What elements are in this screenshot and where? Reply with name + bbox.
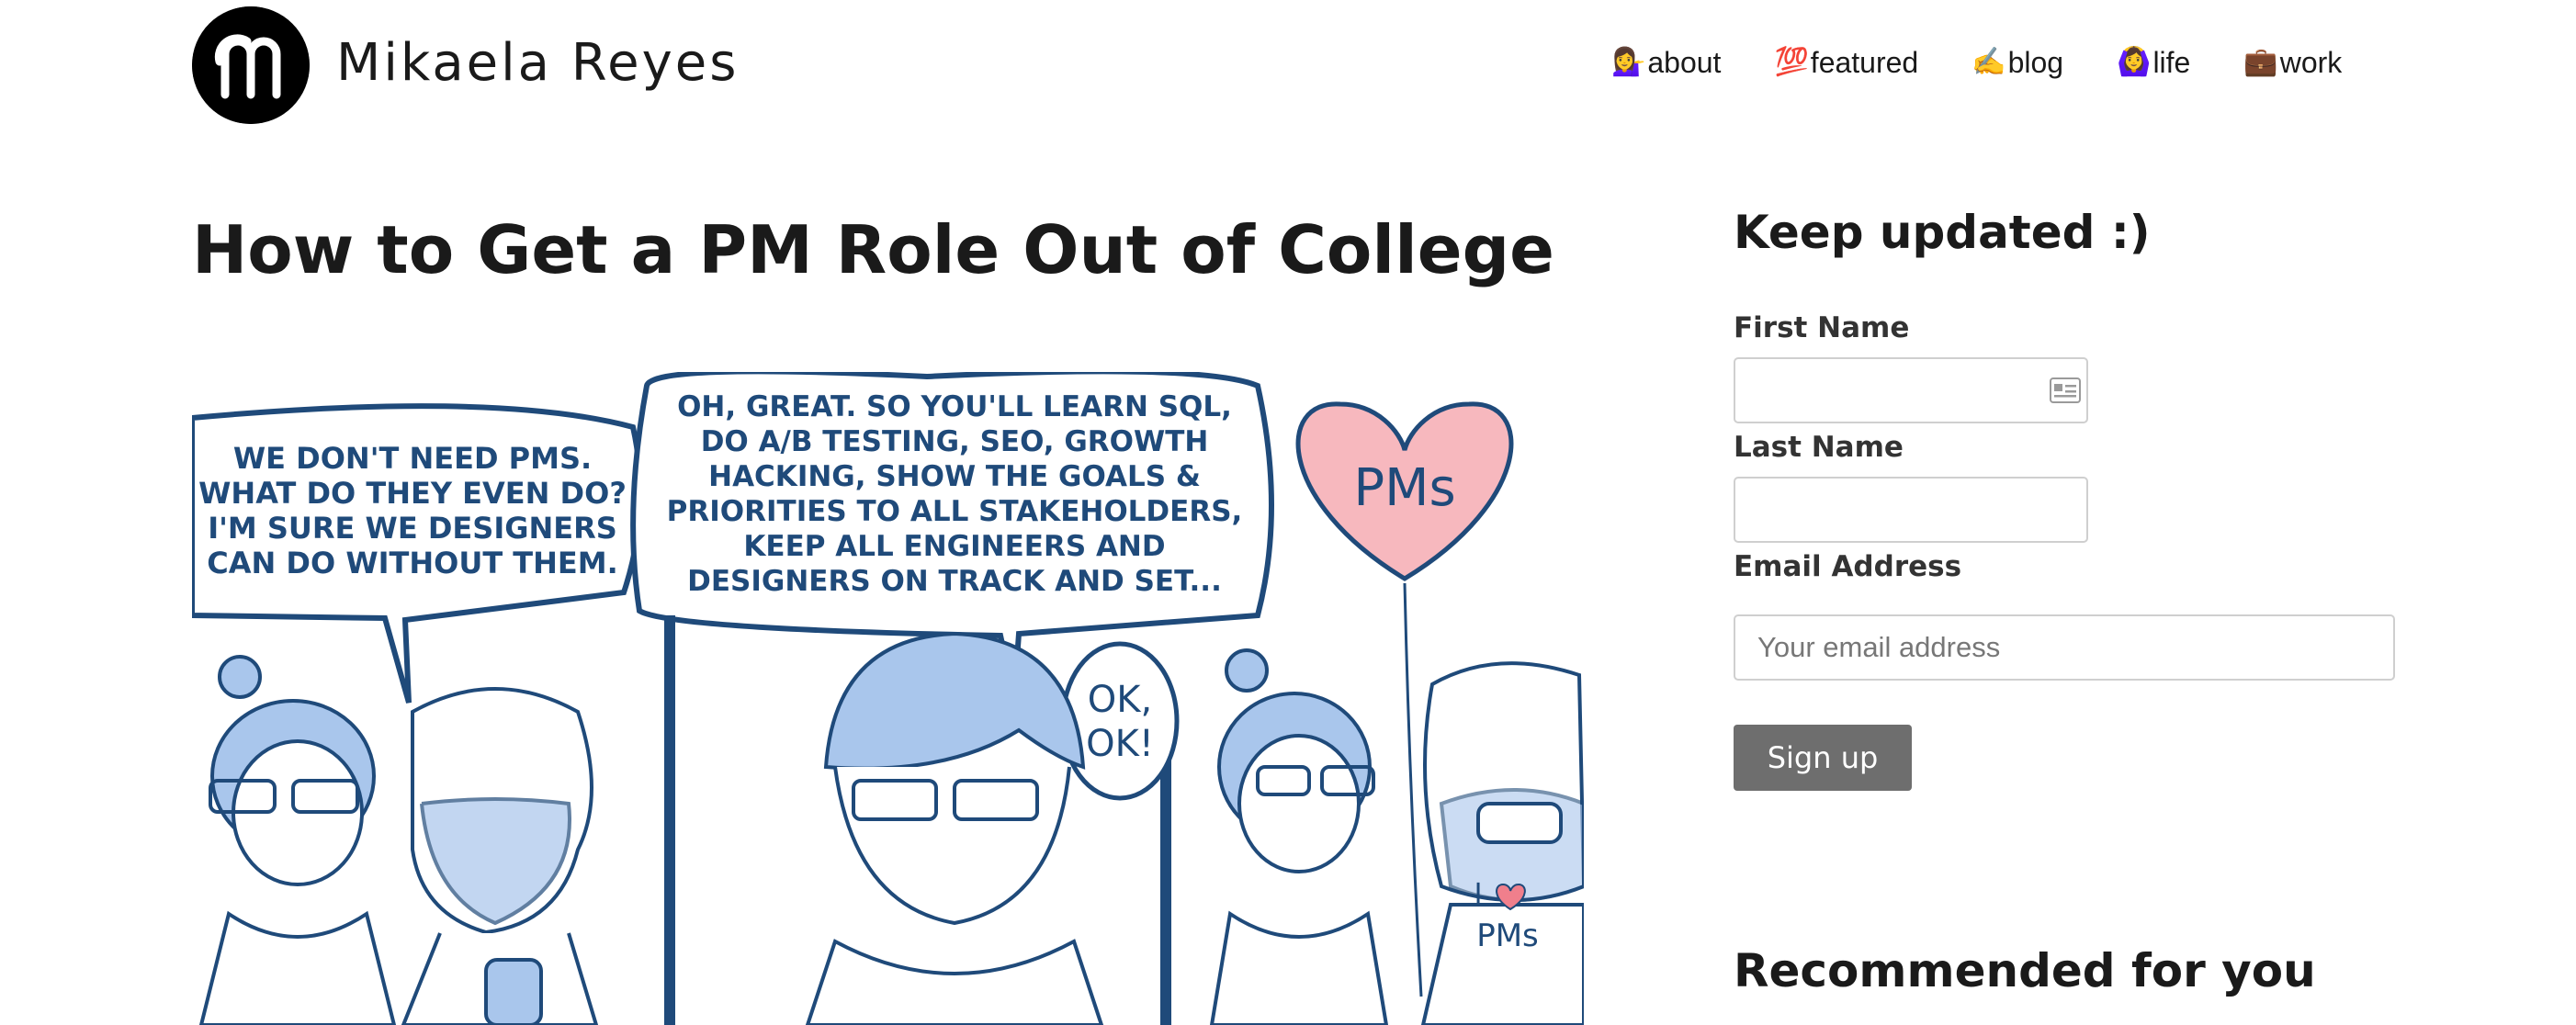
nav-blog-label: blog	[2007, 46, 2064, 79]
first-name-input[interactable]	[1734, 357, 2088, 423]
woman-tipping-hand-icon: 💁‍♀️	[1611, 47, 1646, 77]
bubble-left-line: WE DON'T NEED PMS.	[233, 441, 592, 476]
article-hero-comic: WE DON'T NEED PMS. WHAT DO THEY EVEN DO?…	[192, 372, 1584, 1025]
site-logo[interactable]	[192, 6, 310, 124]
bubble-left-line: WHAT DO THEY EVEN DO?	[198, 476, 627, 511]
nav-featured[interactable]: 💯 featured	[1774, 39, 1918, 86]
bubble-left-line: I'M SURE WE DESIGNERS	[208, 511, 617, 546]
writing-hand-icon: ✍️	[1972, 47, 2006, 77]
sign-up-button[interactable]: Sign up	[1734, 725, 1912, 791]
contact-card-icon[interactable]	[2050, 377, 2081, 403]
balloon-label: PMs	[1353, 458, 1455, 518]
bubble-center-line: OH, GREAT. SO YOU'LL LEARN SQL,	[677, 390, 1232, 423]
nav-blog[interactable]: ✍️ blog	[1972, 39, 2063, 86]
comic-character-designer-right	[1209, 648, 1389, 1025]
shirt-text-line: I	[1474, 878, 1483, 910]
nav-about-label: about	[1647, 46, 1722, 79]
last-name-label: Last Name	[1734, 431, 1904, 464]
nav-life[interactable]: 🙆‍♀️ life	[2117, 39, 2190, 86]
comic-character-designer-left	[198, 655, 397, 1025]
recommended-title: Recommended for you	[1734, 944, 2316, 997]
bubble-left-line: CAN DO WITHOUT THEM.	[207, 546, 618, 580]
woman-gesturing-ok-icon: 🙆‍♀️	[2117, 47, 2152, 77]
main-nav: 💁‍♀️ about 💯 featured ✍️ blog 🙆‍♀️ life …	[1611, 39, 2342, 86]
last-name-input[interactable]	[1734, 477, 2088, 543]
nav-work-label: work	[2279, 46, 2343, 79]
shirt-text-line: PMs	[1476, 918, 1539, 954]
briefcase-icon: 💼	[2243, 47, 2278, 77]
nav-about[interactable]: 💁‍♀️ about	[1611, 39, 1721, 86]
nav-life-label: life	[2152, 46, 2191, 79]
bubble-center-line: HACKING, SHOW THE GOALS &	[708, 460, 1201, 493]
bubble-center-line: DESIGNERS ON TRACK AND SET...	[687, 565, 1222, 598]
bubble-center-line: PRIORITIES TO ALL STAKEHOLDERS,	[667, 495, 1243, 528]
bubble-center-line: KEEP ALL ENGINEERS AND	[743, 530, 1165, 563]
article-title: How to Get a PM Role Out of College	[192, 211, 1554, 288]
site-name[interactable]: Mikaela Reyes	[336, 30, 739, 96]
comic-character-bearded-man	[401, 687, 599, 1025]
email-label: Email Address	[1734, 550, 1962, 583]
comic-character-pm-fan	[1420, 661, 1584, 1025]
nav-work[interactable]: 💼 work	[2243, 39, 2342, 86]
bubble-ok-line: OK!	[1086, 723, 1154, 765]
bubble-center-line: DO A/B TESTING, SEO, GROWTH	[701, 425, 1209, 458]
hundred-points-icon: 💯	[1774, 47, 1809, 77]
nav-featured-label: featured	[1810, 46, 1919, 79]
email-input[interactable]	[1734, 614, 2395, 681]
newsletter-title: Keep updated :)	[1734, 206, 2151, 259]
first-name-label: First Name	[1734, 311, 1910, 344]
bubble-ok-line: OK,	[1088, 679, 1152, 721]
speech-bubble-ok	[1060, 641, 1180, 801]
comic-character-center-woman	[805, 631, 1104, 1025]
